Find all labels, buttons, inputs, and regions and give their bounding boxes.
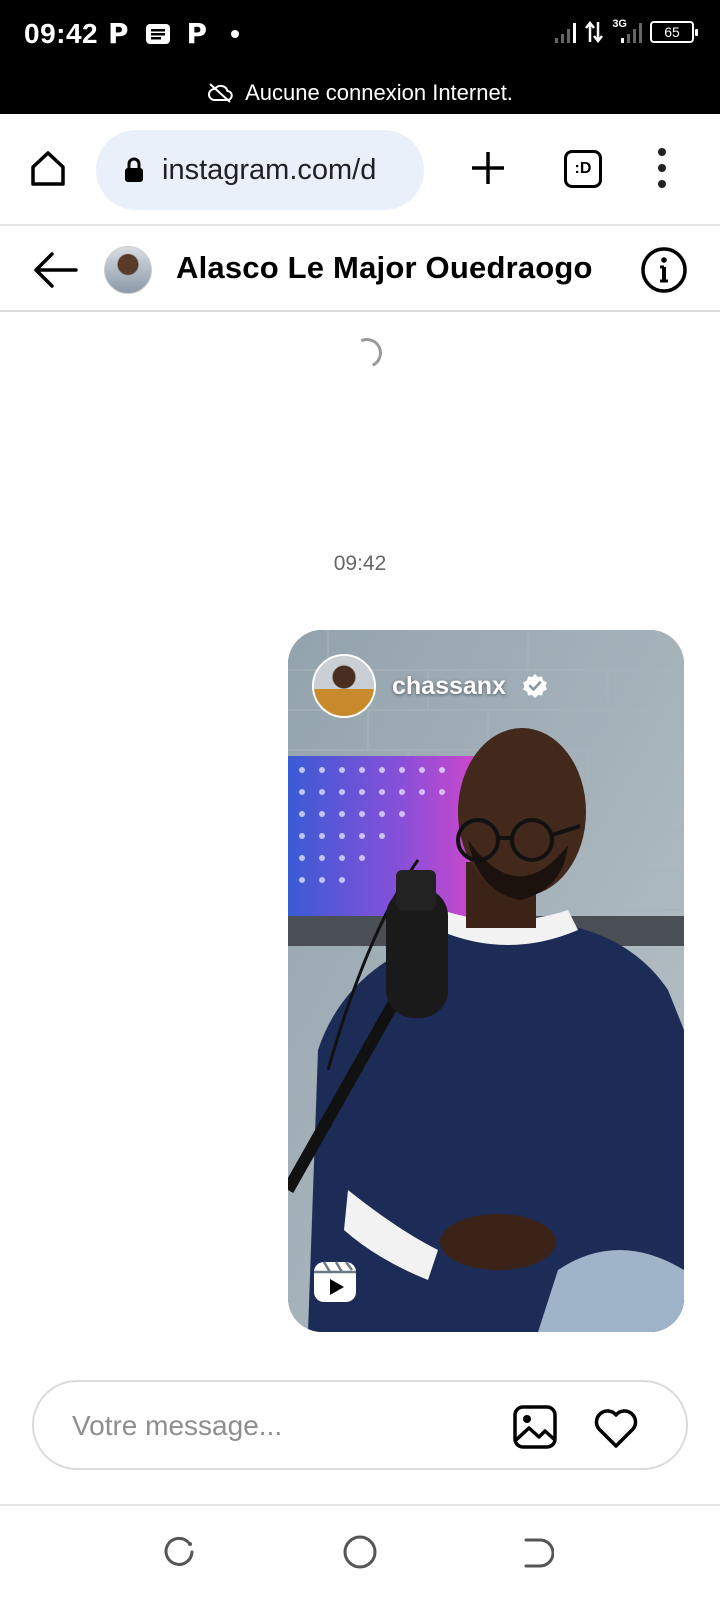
gallery-icon[interactable] [512,1404,558,1450]
home-nav-icon[interactable] [342,1534,378,1570]
status-time: 09:42 [24,18,99,49]
more-notifications-dot [231,30,240,38]
back-arrow-icon[interactable] [32,248,80,292]
parking-app-icon-2: P [186,17,208,50]
browser-toolbar: instagram.com/d :D [0,114,720,226]
recent-apps-icon[interactable] [162,1536,196,1570]
parking-app-icon: P [108,17,129,50]
message-timestamp: 09:42 [333,552,387,575]
notification-icons: P P [108,17,240,50]
battery-level: 65 [664,24,680,40]
status-right-icons: 3G 65 [555,18,698,44]
cloud-off-icon [208,83,233,103]
reels-icon [314,1261,356,1302]
signal-strength-icon [555,21,577,43]
reel-author-avatar[interactable] [312,654,376,718]
battery-icon: 65 [650,21,698,43]
message-input[interactable] [72,1404,492,1448]
shared-reel-message[interactable]: chassanx [288,630,684,1332]
reel-author[interactable]: chassanx [312,654,548,718]
network-type-label: 3G [612,18,627,30]
back-nav-icon[interactable] [520,1536,554,1570]
offline-banner: Aucune connexion Internet. [0,72,720,114]
verified-badge-icon [522,674,547,698]
status-bar: 09:42 P P 3G 65 [0,0,720,72]
info-icon[interactable] [640,246,688,294]
more-menu-icon[interactable] [652,148,672,188]
heart-icon[interactable] [592,1404,640,1450]
system-navigation-bar [0,1506,720,1600]
offline-message: Aucune connexion Internet. [245,80,513,105]
news-app-icon [145,24,170,44]
address-bar[interactable]: instagram.com/d [96,130,424,210]
home-icon[interactable] [28,148,68,188]
contact-name[interactable]: Alasco Le Major Ouedraogo [176,250,593,286]
reel-thumbnail [288,630,684,1332]
chat-header: Alasco Le Major Ouedraogo [0,228,720,312]
data-transfer-icon [585,20,604,44]
reel-username[interactable]: chassanx [392,672,506,701]
lock-icon [125,157,143,182]
url-text[interactable]: instagram.com/d [162,154,376,187]
contact-avatar[interactable] [104,246,152,294]
tab-switcher-button[interactable]: :D [564,150,602,188]
message-composer [32,1380,688,1470]
loading-spinner [347,333,387,373]
new-tab-icon[interactable] [468,148,508,188]
tab-switcher-label: :D [574,160,592,177]
